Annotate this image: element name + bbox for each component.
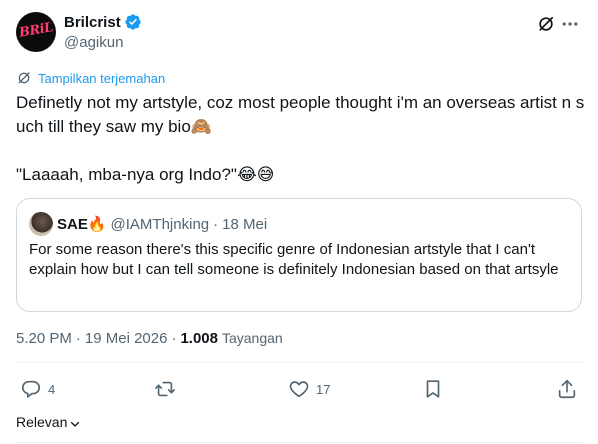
action-bar: 4 17 [16,378,582,404]
quoted-separator: · [213,215,219,233]
grok-icon[interactable] [536,14,556,34]
translate-label[interactable]: Tampilkan terjemahan [38,71,165,86]
divider [16,362,582,363]
meta-separator: · [171,330,177,347]
divider [16,442,582,443]
view-count: 1.008 [180,330,218,347]
sort-replies-dropdown[interactable]: Relevan [16,414,81,430]
tweet-header: BRiL Brilcrist @agikun [16,12,582,54]
share-icon [558,379,576,399]
author-handle[interactable]: @agikun [64,34,123,51]
repost-icon [155,381,175,397]
author-name-row: Brilcrist [64,13,142,31]
bookmark-icon [426,380,440,398]
meta-separator: · [75,330,81,347]
quoted-avatar [29,212,53,236]
view-count-label: Tayangan [221,330,283,346]
avatar-logo: BRiL [18,20,54,41]
like-button[interactable]: 17 [288,378,330,400]
chevron-down-icon [71,421,80,427]
heart-icon [289,381,309,398]
avatar[interactable]: BRiL [16,12,56,52]
quoted-tweet[interactable]: SAE🔥 @IAMThjnking · 18 Mei For some reas… [16,198,582,312]
reply-icon [21,380,41,398]
repost-button[interactable] [154,378,176,400]
quoted-tweet-header: SAE🔥 @IAMThjnking · 18 Mei [29,212,267,236]
sort-label: Relevan [16,414,68,430]
more-options-icon[interactable] [560,14,580,34]
reply-button[interactable]: 4 [20,378,55,400]
quoted-tweet-text: For some reason there's this specific ge… [29,241,559,278]
tweet-time[interactable]: 5.20 PM [16,330,72,347]
tweet-text: Definetly not my artstyle, coz most peop… [16,93,585,184]
tweet-date[interactable]: 19 Mei 2026 [85,330,168,347]
quoted-handle: @IAMThjnking [110,215,210,233]
translate-link[interactable]: Tampilkan terjemahan [16,70,165,86]
quoted-display-name: SAE🔥 [57,216,107,233]
like-count: 17 [316,381,331,397]
grok-translate-icon [16,70,32,86]
verified-badge-icon[interactable] [124,13,142,31]
bookmark-button[interactable] [422,378,444,400]
reply-count: 4 [48,381,56,397]
quoted-date: 18 Mei [222,215,268,233]
tweet-meta: 5.20 PM · 19 Mei 2026 · 1.008 Tayangan [16,330,283,347]
share-button[interactable] [556,378,578,400]
author-display-name[interactable]: Brilcrist [64,14,121,31]
